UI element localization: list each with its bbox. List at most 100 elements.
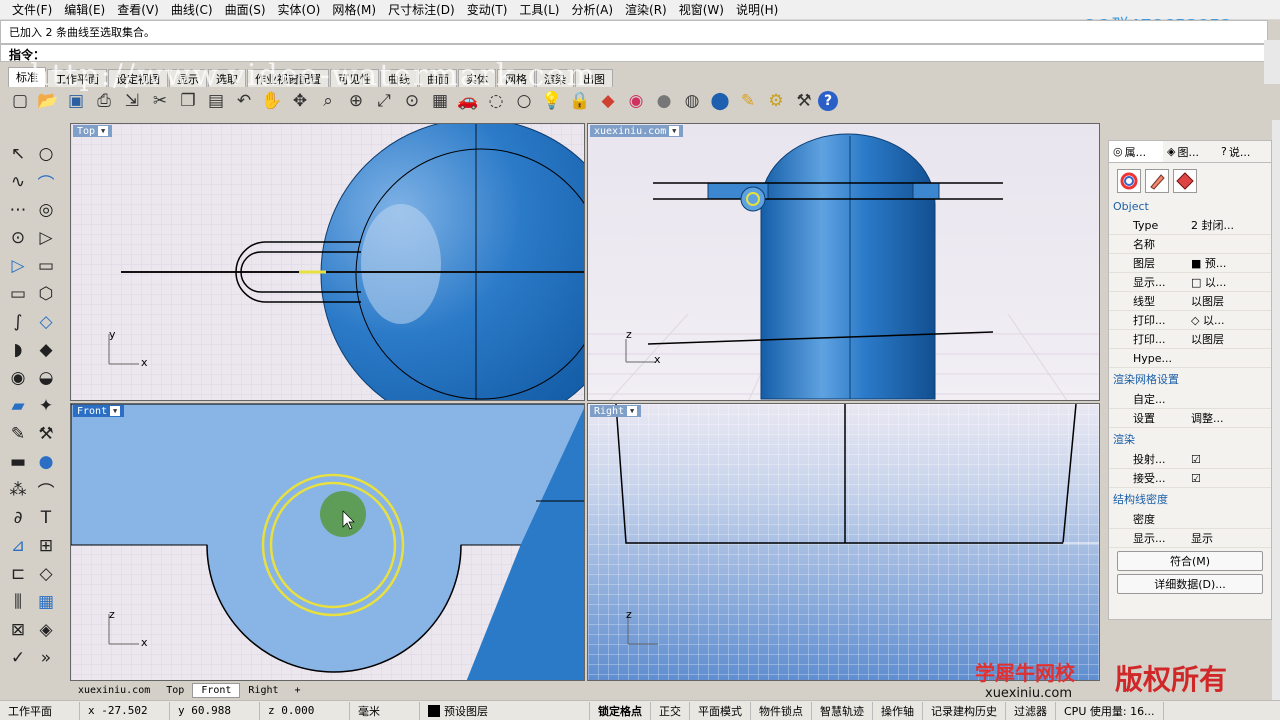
match-button[interactable]: 符合(M) <box>1117 551 1263 571</box>
left-tool-23-icon[interactable]: ● <box>32 448 60 476</box>
ball-icon[interactable]: ⬤ <box>706 88 734 114</box>
left-tool-24-icon[interactable]: ⁂ <box>4 476 32 504</box>
render-icon[interactable]: ◍ <box>678 88 706 114</box>
left-tool-8-icon[interactable]: ▷ <box>4 252 32 280</box>
left-tool-0-icon[interactable]: ↖ <box>4 140 32 168</box>
tab-11[interactable]: 渲染 <box>536 69 574 87</box>
left-tool-36-icon[interactable]: ✓ <box>4 644 32 672</box>
zoom-extents-icon[interactable]: ⤢ <box>370 88 398 114</box>
render-property-value[interactable]: ☑ <box>1187 453 1271 466</box>
tab-7[interactable]: 曲线 <box>380 69 418 87</box>
object-property-row[interactable]: 图层 ■ 预... <box>1109 254 1271 273</box>
zoom-selected-icon[interactable]: ⊙ <box>398 88 426 114</box>
tab-properties[interactable]: ◎ 属... <box>1109 141 1163 162</box>
left-tool-13-icon[interactable]: ◇ <box>32 308 60 336</box>
car-icon[interactable]: 🚗 <box>454 88 482 114</box>
isocurve-property-value[interactable]: 显示 <box>1187 530 1271 546</box>
object-property-row[interactable]: 显示... □ 以... <box>1109 273 1271 292</box>
sphere-icon[interactable]: ● <box>650 88 678 114</box>
grid-icon[interactable]: ▦ <box>426 88 454 114</box>
chevron-down-icon[interactable]: ▼ <box>627 406 638 416</box>
tab-2[interactable]: 设定视图 <box>108 69 168 87</box>
left-tool-34-icon[interactable]: ⊠ <box>4 616 32 644</box>
object-property-row[interactable]: 打印... 以图层 <box>1109 330 1271 349</box>
viewport-tab-1[interactable]: Top <box>158 684 192 697</box>
menu-item-0[interactable]: 文件(F) <box>6 1 58 18</box>
pan-icon[interactable]: ✋ <box>258 88 286 114</box>
zoom-window-icon[interactable]: ⊕ <box>342 88 370 114</box>
import-icon[interactable]: ⇲ <box>118 88 146 114</box>
left-tool-35-icon[interactable]: ◈ <box>32 616 60 644</box>
object-property-row[interactable]: 名称 <box>1109 235 1271 254</box>
menu-item-6[interactable]: 网格(M) <box>326 1 382 18</box>
object-property-value[interactable]: ◇ 以... <box>1187 312 1271 328</box>
mesh-property-row[interactable]: 设置 调整... <box>1109 409 1271 428</box>
status-plane[interactable]: 工作平面 <box>0 701 80 720</box>
viewport-right[interactable]: z Right ▼ <box>587 403 1100 681</box>
viewport-tab-0[interactable]: xuexiniu.com <box>70 684 158 697</box>
tab-10[interactable]: 网格 <box>497 69 535 87</box>
status-objsnap[interactable]: 物件锁点 <box>751 701 812 720</box>
left-tool-10-icon[interactable]: ▭ <box>4 280 32 308</box>
render-property-row[interactable]: 接受... ☑ <box>1109 469 1271 488</box>
left-tool-31-icon[interactable]: ◇ <box>32 560 60 588</box>
tab-3[interactable]: 显示 <box>169 69 207 87</box>
left-tool-3-icon[interactable]: ⌒ <box>32 168 60 196</box>
mesh-property-value[interactable]: 调整... <box>1187 410 1271 426</box>
object-property-value[interactable]: 以图层 <box>1187 293 1271 309</box>
viewport-tab-4[interactable]: + <box>287 684 309 697</box>
command-line[interactable]: 指令： <box>0 44 1268 62</box>
tab-12[interactable]: 出图 <box>575 69 613 87</box>
left-tool-27-icon[interactable]: T <box>32 504 60 532</box>
left-tool-30-icon[interactable]: ⊏ <box>4 560 32 588</box>
light-icon[interactable]: 💡 <box>538 88 566 114</box>
tab-1[interactable]: 工作平面 <box>47 69 107 87</box>
viewport-label-top[interactable]: Top ▼ <box>73 125 113 137</box>
options-icon[interactable]: ⚒ <box>790 88 818 114</box>
tab-8[interactable]: 曲面 <box>419 69 457 87</box>
viewport-label-perspective[interactable]: xuexiniu.com ▼ <box>590 125 684 137</box>
left-tool-20-icon[interactable]: ✎ <box>4 420 32 448</box>
menu-item-12[interactable]: 视窗(W) <box>673 1 730 18</box>
left-tool-21-icon[interactable]: ⚒ <box>32 420 60 448</box>
select-icon[interactable]: ◌ <box>482 88 510 114</box>
help-icon[interactable]: ? <box>818 91 838 111</box>
object-property-row[interactable]: 线型 以图层 <box>1109 292 1271 311</box>
left-tool-6-icon[interactable]: ⊙ <box>4 224 32 252</box>
mesh-property-row[interactable]: 自定... <box>1109 390 1271 409</box>
chevron-down-icon[interactable]: ▼ <box>669 126 680 136</box>
left-tool-4-icon[interactable]: ⋯ <box>4 196 32 224</box>
layer-icon[interactable]: ◆ <box>594 88 622 114</box>
menu-item-10[interactable]: 分析(A) <box>565 1 619 18</box>
left-tool-25-icon[interactable]: ⌒ <box>32 476 60 504</box>
tab-0[interactable]: 标准 <box>8 67 46 87</box>
tab-help[interactable]: ? 说... <box>1217 141 1271 162</box>
left-tool-22-icon[interactable]: ▬ <box>4 448 32 476</box>
left-tool-28-icon[interactable]: ⊿ <box>4 532 32 560</box>
viewport-label-right[interactable]: Right ▼ <box>590 405 642 417</box>
menu-item-5[interactable]: 实体(O) <box>272 1 327 18</box>
left-tool-19-icon[interactable]: ✦ <box>32 392 60 420</box>
status-planar[interactable]: 平面模式 <box>690 701 751 720</box>
command-scrollbar[interactable] <box>1264 40 1280 84</box>
left-tool-18-icon[interactable]: ▰ <box>4 392 32 420</box>
viewport-tab-3[interactable]: Right <box>240 684 286 697</box>
object-property-value[interactable]: 2 封闭... <box>1187 217 1271 233</box>
left-tool-17-icon[interactable]: ◒ <box>32 364 60 392</box>
status-smarttrack[interactable]: 智慧轨迹 <box>812 701 873 720</box>
left-tool-9-icon[interactable]: ▭ <box>32 252 60 280</box>
details-button[interactable]: 详细数据(D)... <box>1117 574 1263 594</box>
menu-item-7[interactable]: 尺寸标注(D) <box>382 1 461 18</box>
menu-item-13[interactable]: 说明(H) <box>730 1 784 18</box>
isocurve-property-row[interactable]: 显示... 显示 <box>1109 529 1271 548</box>
tab-6[interactable]: 可见性 <box>330 69 379 87</box>
chevron-down-icon[interactable]: ▼ <box>98 126 109 136</box>
left-tool-32-icon[interactable]: ⫼ <box>4 588 32 616</box>
menu-item-4[interactable]: 曲面(S) <box>219 1 272 18</box>
menu-item-9[interactable]: 工具(L) <box>513 1 565 18</box>
left-tool-12-icon[interactable]: ∫ <box>4 308 32 336</box>
save-icon[interactable]: ▣ <box>62 88 90 114</box>
object-property-row[interactable]: 打印... ◇ 以... <box>1109 311 1271 330</box>
viewport-tab-2[interactable]: Front <box>192 683 241 698</box>
status-layer[interactable]: 预设图层 <box>420 701 590 720</box>
